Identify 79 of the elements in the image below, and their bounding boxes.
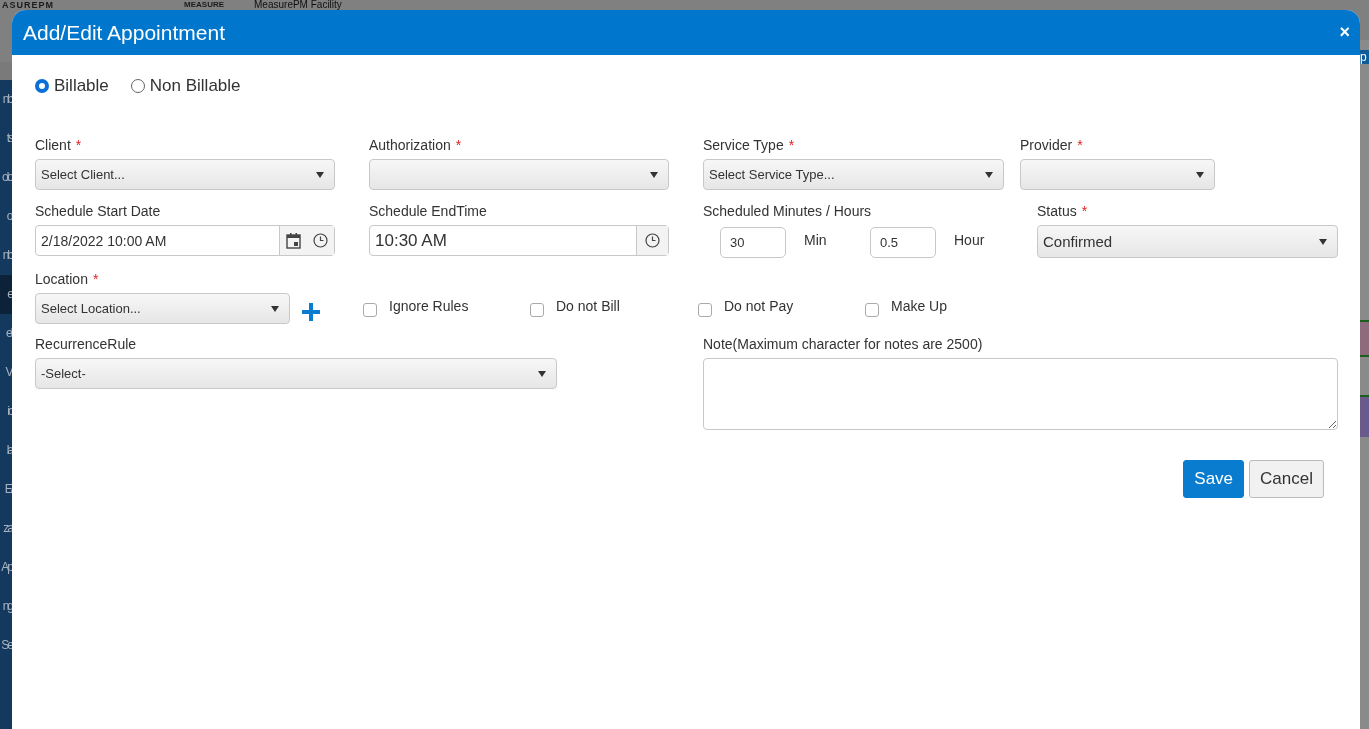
caret-icon	[271, 305, 279, 312]
authorization-dropdown[interactable]	[369, 159, 669, 190]
caret-icon	[1196, 171, 1204, 178]
caret-icon	[985, 171, 993, 178]
field-label: Schedule Start Date	[35, 203, 161, 219]
caret-icon	[538, 370, 546, 377]
sidebar-item[interactable]: /E	[0, 470, 12, 509]
required-mark: *	[455, 137, 462, 153]
unit-label: Min	[804, 231, 828, 248]
field-label: Location	[35, 271, 88, 287]
checkbox-option[interactable]: Make Up	[865, 298, 1033, 317]
unit-label: Hour	[954, 231, 986, 248]
required-mark: *	[1081, 203, 1088, 219]
cancel-button[interactable]: Cancel	[1249, 460, 1324, 498]
sidebar-item[interactable]: e	[0, 275, 12, 314]
calendar-header: p	[1360, 50, 1369, 64]
radio-icon[interactable]	[130, 79, 145, 93]
recurrence-dropdown[interactable]: -Select-	[35, 358, 557, 389]
field-label: Schedule EndTime	[369, 203, 487, 219]
checkbox[interactable]	[698, 303, 712, 317]
field-label: Scheduled Minutes / Hours	[703, 203, 872, 219]
time-field[interactable]: 10:30 AM	[369, 225, 669, 256]
required-mark: *	[1077, 137, 1083, 153]
note-field[interactable]	[703, 358, 1338, 430]
required-mark: *	[92, 271, 99, 287]
sidebar-item[interactable]: Ap	[0, 548, 12, 587]
sidebar-item[interactable]: Vi	[0, 353, 12, 392]
required-mark: *	[75, 137, 82, 153]
field-label: Authorization	[369, 137, 451, 153]
field-label: Status	[1037, 203, 1077, 219]
client-dropdown[interactable]: Select Client...	[35, 159, 335, 190]
clock-icon[interactable]	[313, 233, 328, 248]
sidebar-item[interactable]: ts	[0, 119, 12, 158]
checkbox-option[interactable]: Do not Bill	[530, 298, 698, 317]
add-icon[interactable]	[302, 303, 320, 321]
close-button[interactable]: ×	[1337, 22, 1352, 43]
field-label: Note(Maximum character for notes are 2500)	[703, 336, 983, 352]
field-label: RecurrenceRule	[35, 336, 137, 352]
page-title: MeasurePM Facility	[254, 0, 342, 10]
dialog-title: Add/Edit Appointment	[23, 20, 225, 45]
date-time-field[interactable]: 2/18/2022 10:00 AM	[35, 225, 335, 256]
field-label: Client	[35, 137, 71, 153]
sidebar-item[interactable]: la	[0, 431, 12, 470]
radio-option[interactable]: Billable	[35, 75, 109, 97]
radio-option[interactable]: Non Billable	[130, 75, 241, 97]
logo: MEASURE	[184, 0, 225, 10]
status-dropdown[interactable]: Confirmed	[1037, 225, 1338, 258]
service-type-dropdown[interactable]: Select Service Type...	[703, 159, 1004, 190]
caret-icon	[1319, 238, 1327, 245]
sidebar-item[interactable]: ng	[0, 587, 12, 626]
calendar-event[interactable]	[1360, 395, 1369, 437]
sidebar-item[interactable]: za	[0, 509, 12, 548]
sidebar-item[interactable]: olo	[0, 158, 12, 197]
minutes-field[interactable]: 30	[720, 227, 786, 258]
checkbox[interactable]	[363, 303, 377, 317]
radio-icon[interactable]	[35, 79, 49, 93]
sidebar-item[interactable]: Se	[0, 626, 12, 665]
caret-icon	[650, 171, 658, 178]
required-mark: *	[788, 137, 795, 153]
field-label: Provider	[1020, 137, 1073, 153]
sidebar-item[interactable]: eli	[0, 314, 12, 353]
hours-field[interactable]: 0.5	[870, 227, 936, 258]
logo: ASUREPM	[2, 0, 54, 10]
calendar-icon[interactable]	[286, 232, 301, 249]
provider-dropdown[interactable]	[1020, 159, 1215, 190]
sidebar-item[interactable]: nb	[0, 236, 12, 275]
caret-icon	[316, 171, 324, 178]
field-label: Service Type	[703, 137, 784, 153]
save-button[interactable]: Save	[1183, 460, 1245, 498]
checkbox[interactable]	[865, 303, 879, 317]
sidebar-item[interactable]: ic	[0, 392, 12, 431]
checkbox-option[interactable]: Do not Pay	[698, 298, 865, 317]
calendar-event[interactable]	[1360, 320, 1369, 357]
sidebar-item[interactable]: nb	[0, 80, 12, 119]
location-dropdown[interactable]: Select Location...	[35, 293, 290, 324]
sidebar-item[interactable]: oi	[0, 197, 12, 236]
clock-icon[interactable]	[645, 233, 660, 248]
checkbox[interactable]	[530, 303, 544, 317]
checkbox-option[interactable]: Ignore Rules	[363, 298, 530, 317]
